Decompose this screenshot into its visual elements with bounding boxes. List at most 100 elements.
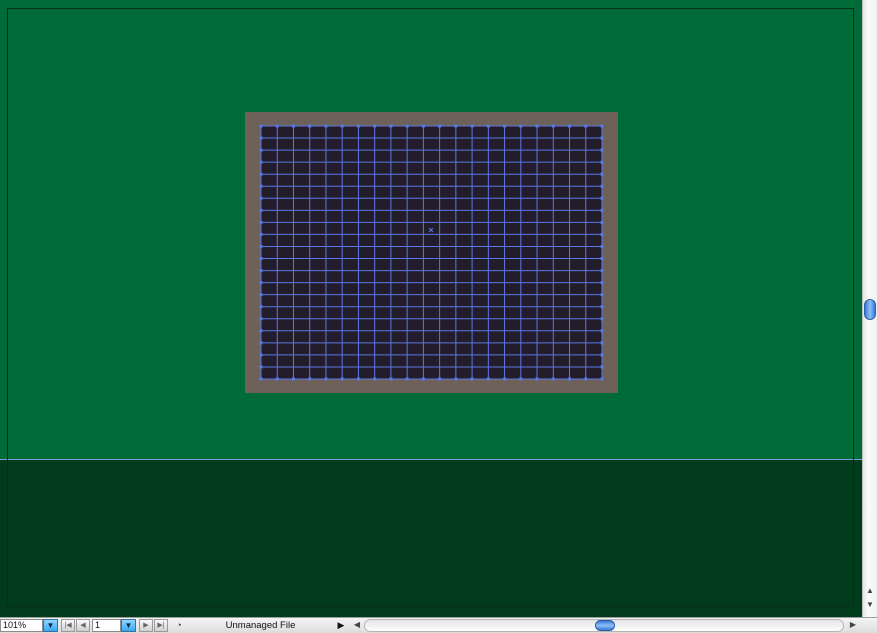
anchor-point [259, 353, 263, 357]
selected-grid-object[interactable] [0, 0, 862, 617]
horizontal-scroll-thumb[interactable] [595, 620, 615, 631]
anchor-point [600, 293, 604, 297]
anchor-point [519, 124, 523, 128]
anchor-point [421, 124, 425, 128]
anchor-point [470, 377, 474, 381]
anchor-point [438, 377, 442, 381]
anchor-point [389, 377, 393, 381]
anchor-point [340, 377, 344, 381]
previous-page-icon[interactable]: ◀ [76, 619, 90, 632]
anchor-point [486, 377, 490, 381]
anchor-point [259, 365, 263, 369]
anchor-point [600, 148, 604, 152]
anchor-point [568, 124, 572, 128]
anchor-point [438, 124, 442, 128]
scroll-up-arrow-icon[interactable]: ▲ [865, 586, 875, 596]
anchor-point [600, 184, 604, 188]
zoom-dropdown-icon[interactable]: ▼ [43, 619, 58, 632]
anchor-point [259, 317, 263, 321]
status-bar: 101% ▼ |◀ ◀ 1 ▼ ▶ ▶| ◔ Unmanaged File ▶ … [0, 617, 877, 633]
anchor-point [356, 124, 360, 128]
anchor-point [600, 281, 604, 285]
vertical-scroll-thumb[interactable] [864, 299, 876, 320]
anchor-point [535, 377, 539, 381]
anchor-point [259, 244, 263, 248]
anchor-point [600, 136, 604, 140]
anchor-point [519, 377, 523, 381]
anchor-point [600, 353, 604, 357]
anchor-point [551, 124, 555, 128]
next-page-icon[interactable]: ▶ [139, 619, 153, 632]
anchor-point [470, 124, 474, 128]
status-menu-arrow-icon[interactable]: ▶ [335, 619, 347, 632]
anchor-point [259, 208, 263, 212]
anchor-point [259, 124, 263, 128]
anchor-point [275, 377, 279, 381]
anchor-point [600, 172, 604, 176]
anchor-point [600, 196, 604, 200]
anchor-point [389, 124, 393, 128]
anchor-point [356, 377, 360, 381]
anchor-point [600, 208, 604, 212]
anchor-point [535, 124, 539, 128]
anchor-point [324, 124, 328, 128]
anchor-point [373, 377, 377, 381]
anchor-point [340, 124, 344, 128]
anchor-point [259, 172, 263, 176]
anchor-point [324, 377, 328, 381]
vertical-scrollbar[interactable]: ▲ ▼ [862, 0, 877, 617]
zoom-level-field[interactable]: 101% [0, 619, 43, 632]
anchor-point [259, 196, 263, 200]
anchor-point [503, 124, 507, 128]
anchor-point [373, 124, 377, 128]
anchor-point [600, 160, 604, 164]
anchor-point [259, 305, 263, 309]
anchor-point [259, 160, 263, 164]
anchor-point [259, 281, 263, 285]
anchor-point [259, 148, 263, 152]
anchor-point [600, 317, 604, 321]
last-page-icon[interactable]: ▶| [154, 619, 168, 632]
anchor-point [600, 365, 604, 369]
anchor-point [600, 329, 604, 333]
anchor-point [275, 124, 279, 128]
first-page-icon[interactable]: |◀ [61, 619, 75, 632]
anchor-point [551, 377, 555, 381]
anchor-point [259, 136, 263, 140]
anchor-point [259, 269, 263, 273]
anchor-point [568, 377, 572, 381]
page-number-field[interactable]: 1 [92, 619, 121, 632]
anchor-point [503, 377, 507, 381]
anchor-point [486, 124, 490, 128]
anchor-point [405, 124, 409, 128]
anchor-point [259, 377, 263, 381]
status-text: Unmanaged File [225, 620, 296, 631]
anchor-point [259, 257, 263, 261]
grid-fill [261, 126, 602, 379]
anchor-point [421, 377, 425, 381]
page-dropdown-icon[interactable]: ▼ [121, 619, 136, 632]
anchor-point [259, 341, 263, 345]
anchor-point [405, 377, 409, 381]
scroll-right-arrow-icon[interactable]: ▶ [848, 619, 858, 632]
anchor-point [600, 244, 604, 248]
anchor-point [291, 124, 295, 128]
anchor-point [259, 329, 263, 333]
document-status-icon[interactable]: ◔ [172, 619, 186, 632]
anchor-point [600, 220, 604, 224]
anchor-point [600, 232, 604, 236]
anchor-point [291, 377, 295, 381]
scroll-down-arrow-icon[interactable]: ▼ [865, 600, 875, 610]
anchor-point [454, 377, 458, 381]
anchor-point [584, 124, 588, 128]
anchor-point [600, 377, 604, 381]
anchor-point [600, 341, 604, 345]
anchor-point [600, 305, 604, 309]
anchor-point [584, 377, 588, 381]
anchor-point [600, 269, 604, 273]
scroll-left-arrow-icon[interactable]: ◀ [352, 619, 362, 632]
anchor-point [259, 293, 263, 297]
anchor-point [600, 124, 604, 128]
anchor-point [454, 124, 458, 128]
document-canvas[interactable] [0, 0, 862, 617]
